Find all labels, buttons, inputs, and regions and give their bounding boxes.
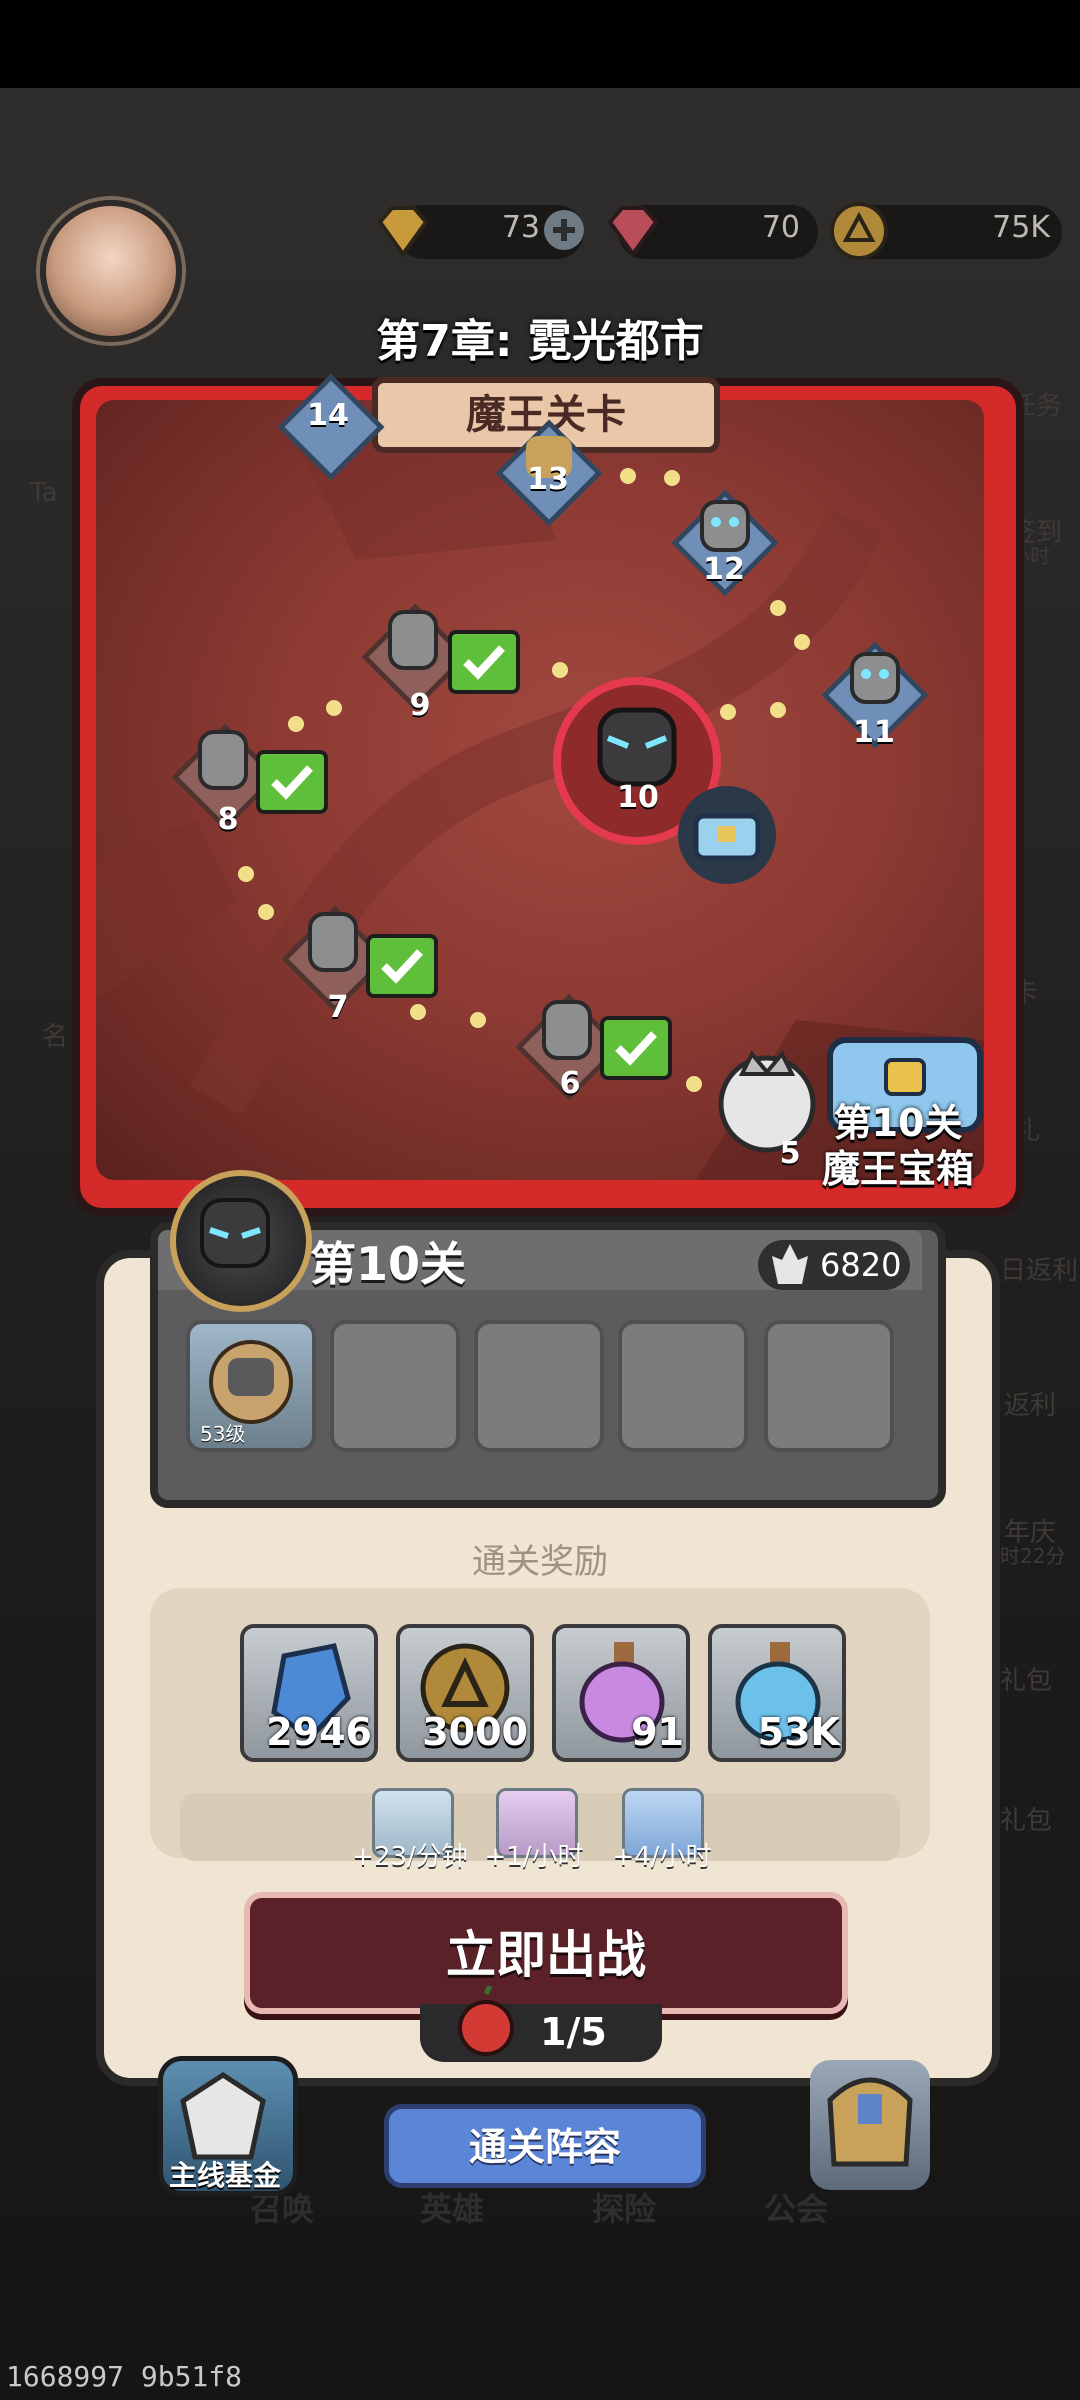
stage-node-label: 13 [527,462,569,497]
currency-value: 73 [501,210,540,245]
currency-value: 70 [761,210,800,245]
hero-level: 53级 [200,1422,246,1446]
red-gem-icon [600,198,666,264]
cleared-flag-icon [448,630,520,694]
helmet-icon[interactable] [810,2060,930,2190]
stage-node-label: 10 [617,780,659,815]
stage-node-label: 5 [779,1136,801,1171]
empty-slot [764,1320,894,1452]
empty-slot [618,1320,748,1452]
status-bar [0,0,1080,88]
stage-node-label: 8 [217,802,239,837]
stage-node-label: 11 [853,715,895,750]
path-dot [470,1012,486,1028]
treasure-chest-icon[interactable] [678,786,776,884]
boss-avatar [170,1170,312,1312]
gold-coin-icon [826,198,892,264]
apple-icon [456,1984,516,2058]
path-dot [238,866,254,882]
reward-qty: 91 [631,1710,684,1754]
path-dot [794,634,810,650]
path-dot [410,1004,426,1020]
boss-chest-label: 第10关 魔王宝箱 [822,1100,974,1192]
boss-chest-title: 魔王宝箱 [822,1147,975,1191]
cleared-flag-icon [600,1016,672,1080]
path-dot [686,1076,702,1092]
path-dot [770,600,786,616]
add-currency-button[interactable] [544,210,584,250]
rewards-title: 通关奖励 [472,1542,608,1582]
rate-text: +23/分钟 [352,1842,468,1872]
gold-gem-icon [370,198,436,264]
stage-node-label: 9 [409,688,431,723]
path-dot [770,702,786,718]
clear-lineup-label: 通关阵容 [468,2125,621,2169]
chapter-title: 第7章: 霓光都市 [376,316,704,367]
reward-qty: 2946 [266,1710,372,1754]
stage-node-label: 7 [327,990,349,1025]
main-fund-label: 主线基金 [168,2159,281,2192]
reward-qty: 3000 [422,1710,528,1754]
rate-text: +4/小时 [612,1842,712,1872]
stage-node-label: 6 [559,1066,581,1101]
path-dot [288,716,304,732]
cleared-flag-icon [366,934,438,998]
stamina-count: 1/5 [540,2010,607,2054]
empty-slot [474,1320,604,1452]
path-dot [620,468,636,484]
fight-now-label: 立即出战 [446,1926,646,1984]
currency-value: 75K [992,210,1050,245]
boss-chest-stage: 第10关 [833,1101,963,1145]
power-icon [768,1240,812,1290]
build-id: 1668997 9b51f8 [6,2360,243,2393]
empty-slot [330,1320,460,1452]
stage-node-label: 14 [307,398,349,433]
stage-name: 第10关 [310,1237,467,1291]
path-dot [326,700,342,716]
power-value: 6820 [820,1246,902,1284]
rate-text: +1/小时 [484,1842,584,1872]
path-dot [664,470,680,486]
reward-qty: 53K [757,1710,840,1754]
stage-node-label: 12 [703,552,745,587]
path-dot [258,904,274,920]
